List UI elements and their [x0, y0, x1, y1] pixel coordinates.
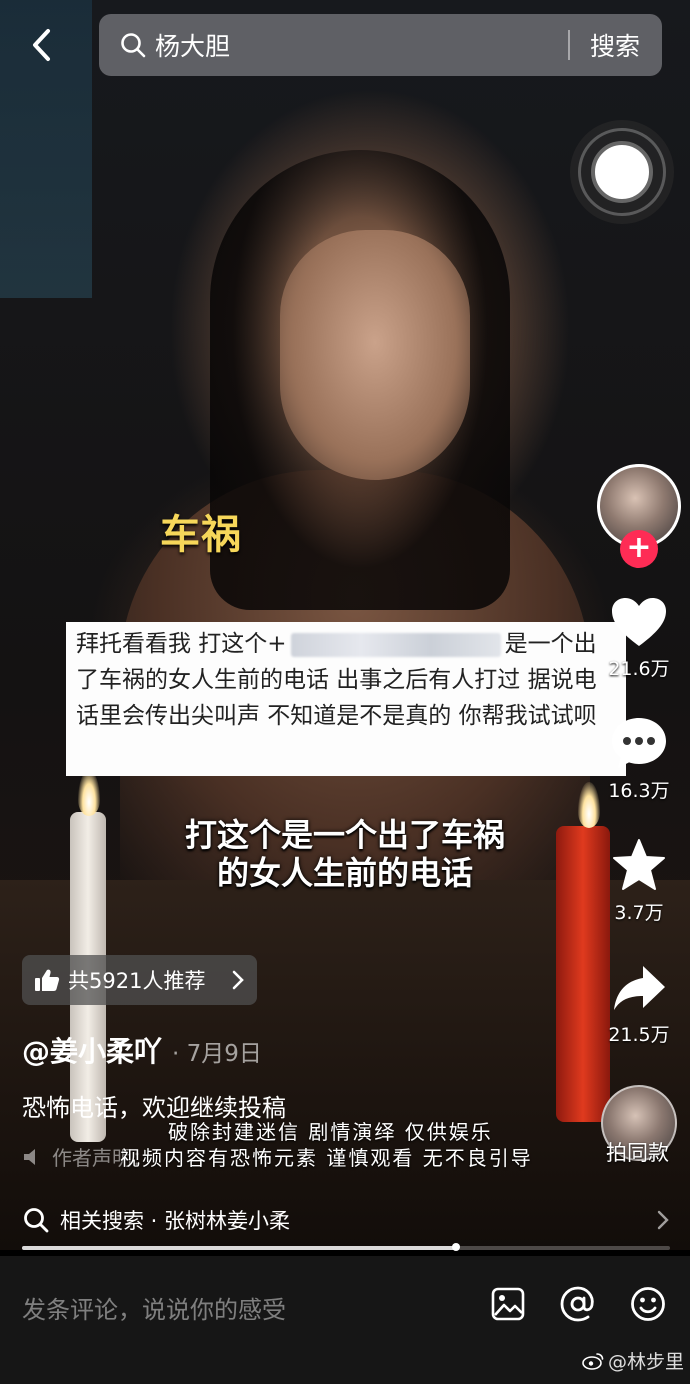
- progress-fill: [22, 1246, 457, 1250]
- back-button[interactable]: [22, 22, 62, 68]
- chevron-right-icon: [232, 970, 244, 990]
- message-screenshot: 拜托看看我 打这个+ 是一个出了车祸的女人生前的电话 出事之后有人打过 据说电话里…: [66, 622, 626, 776]
- watermark-text: @林步里: [607, 1351, 684, 1373]
- follow-plus-icon[interactable]: +: [620, 530, 658, 568]
- image-button[interactable]: [488, 1284, 528, 1324]
- like-button[interactable]: 21.6万: [600, 596, 678, 681]
- comment-button[interactable]: 16.3万: [600, 716, 678, 803]
- chevron-right-icon: [657, 1210, 669, 1230]
- related-search-bar[interactable]: 相关搜索 · 张树林姜小柔: [22, 1196, 670, 1244]
- post-date: · 7月9日: [172, 1041, 262, 1067]
- subtitle-line: 打这个是一个出了车祸: [184, 816, 505, 854]
- search-bar[interactable]: 杨大胆 搜索: [99, 14, 662, 76]
- video-progress-bar[interactable]: [22, 1243, 670, 1251]
- weibo-logo-icon: [582, 1352, 604, 1370]
- image-icon: [491, 1287, 525, 1321]
- recommend-pill[interactable]: 共5921人推荐: [22, 955, 257, 1005]
- record-dot-icon: [591, 141, 653, 203]
- search-icon: [119, 30, 149, 60]
- recommend-text: 共5921人推荐: [68, 969, 206, 993]
- search-input[interactable]: 杨大胆: [155, 27, 568, 63]
- comment-bar: 发条评论，说说你的感受 @林步里: [0, 1256, 690, 1384]
- author-name[interactable]: @姜小柔吖: [22, 1030, 162, 1070]
- favorite-count: 3.7万: [614, 902, 664, 924]
- like-count: 21.6万: [608, 658, 670, 680]
- author-line: @姜小柔吖 · 7月9日: [22, 1030, 262, 1070]
- comment-bubble-icon: [612, 718, 666, 768]
- share-count: 21.5万: [608, 1024, 670, 1046]
- at-sign-icon: [560, 1286, 594, 1322]
- thumbs-up-icon: [35, 969, 60, 991]
- weibo-watermark: @林步里: [582, 1347, 684, 1374]
- video-caption-keyword: 车祸: [160, 512, 242, 558]
- video-subtitle: 打这个是一个出了车祸 的女人生前的电话: [60, 816, 630, 892]
- share-arrow-icon: [614, 966, 665, 1010]
- favorite-button[interactable]: 3.7万: [600, 838, 678, 925]
- video-overlay-notice: 破除封建迷信 剧情演绎 仅供娱乐: [168, 1120, 493, 1144]
- floating-record-button[interactable]: [570, 120, 674, 224]
- person-face: [280, 230, 470, 480]
- message-text-start: 拜托看看我 打这个+: [76, 631, 287, 657]
- progress-handle[interactable]: [452, 1243, 461, 1251]
- related-search-text: 相关搜索 · 张树林姜小柔: [60, 1209, 291, 1233]
- speaker-icon: [24, 1148, 35, 1165]
- search-icon: [24, 1208, 49, 1233]
- smiley-face-icon: [631, 1287, 665, 1321]
- mention-button[interactable]: [558, 1284, 598, 1324]
- heart-icon: [612, 598, 666, 646]
- record-ring: [578, 128, 666, 216]
- comment-input[interactable]: 发条评论，说说你的感受: [22, 1290, 286, 1325]
- emoji-button[interactable]: [628, 1284, 668, 1324]
- comment-count: 16.3万: [608, 780, 670, 802]
- subtitle-line: 的女人生前的电话: [216, 854, 473, 892]
- candle-flame: [78, 770, 100, 816]
- remix-label[interactable]: 拍同款: [606, 1137, 669, 1167]
- star-icon: [613, 839, 665, 890]
- back-arrow-icon: [33, 29, 50, 61]
- video-overlay-warning: 视频内容有恐怖元素 谨慎观看 无不良引导: [120, 1146, 533, 1170]
- search-button[interactable]: 搜索: [570, 27, 662, 63]
- share-button[interactable]: 21.5万: [600, 962, 678, 1047]
- blurred-phone-number: [290, 632, 501, 657]
